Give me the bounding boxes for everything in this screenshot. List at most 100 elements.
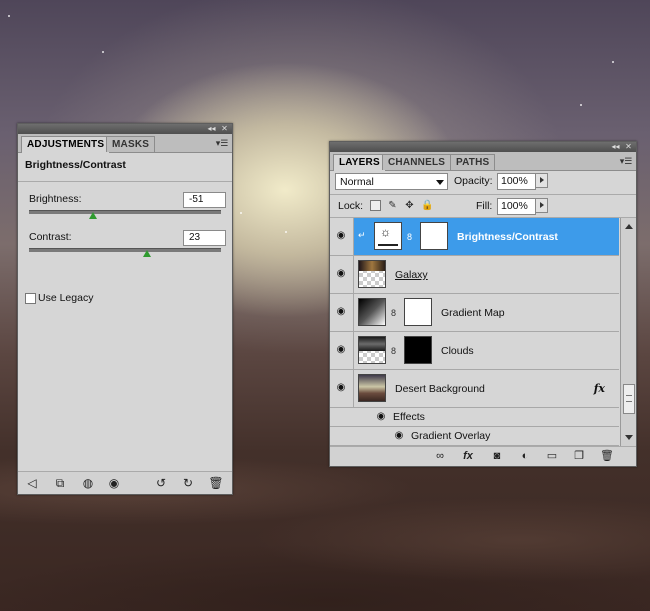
collapse-icon[interactable]: ◂◂ <box>205 124 218 134</box>
fill-input[interactable]: 100% <box>497 198 536 215</box>
galaxy-thumbnail-image <box>359 261 385 271</box>
contrast-slider[interactable] <box>29 248 221 252</box>
lock-position-icon[interactable]: ✥ <box>404 200 415 211</box>
eye-icon[interactable]: ◉ <box>334 382 348 394</box>
clip-arrow-icon: ↵ <box>358 230 366 240</box>
use-legacy-checkbox[interactable] <box>25 293 36 304</box>
add-mask-icon[interactable]: ◙ <box>490 450 504 463</box>
lock-pixels-icon[interactable]: ✎ <box>387 200 398 211</box>
mask-thumbnail[interactable] <box>404 336 432 364</box>
star <box>580 104 582 106</box>
layer-desert-background[interactable]: ◉ Desert Background fx <box>330 370 619 408</box>
trash-icon[interactable]: 🗑 <box>208 476 224 490</box>
layer-galaxy[interactable]: ◉ Galaxy <box>330 256 619 294</box>
brightness-slider-thumb[interactable] <box>89 212 97 219</box>
close-icon[interactable]: ✕ <box>622 142 635 152</box>
back-arrow-icon[interactable]: ◁ <box>24 476 40 490</box>
view-previous-icon[interactable]: ↺ <box>153 476 169 490</box>
lock-all-icon[interactable]: 🔒 <box>421 200 433 211</box>
fx-icon[interactable]: fx <box>594 382 605 395</box>
lock-label: Lock: <box>338 200 364 212</box>
panel-titlebar[interactable]: ◂◂ ✕ <box>330 142 636 152</box>
layers-scrollbar[interactable] <box>620 218 636 446</box>
eye-icon[interactable]: ◉ <box>334 306 348 318</box>
divider <box>18 181 232 182</box>
new-adjustment-icon[interactable]: ◐ <box>518 450 532 463</box>
contrast-input[interactable]: 23 <box>183 230 226 246</box>
scroll-thumb[interactable] <box>623 384 635 414</box>
tab-channels[interactable]: CHANNELS <box>382 154 452 170</box>
close-icon[interactable]: ✕ <box>218 124 231 134</box>
divider <box>330 194 636 195</box>
layer-gradient-map[interactable]: ◉ 8 Gradient Map <box>330 294 619 332</box>
eye-icon[interactable]: ◉ <box>334 344 348 356</box>
effects-row[interactable]: ◉ Effects <box>330 408 619 427</box>
eye-icon[interactable]: ◉ <box>392 430 406 442</box>
blend-mode-select[interactable]: Normal <box>335 173 448 190</box>
mask-thumbnail[interactable] <box>420 222 448 250</box>
chain-link-icon[interactable]: 8 <box>407 232 413 242</box>
contrast-slider-thumb[interactable] <box>143 250 151 257</box>
eye-icon[interactable]: ◉ <box>334 230 348 242</box>
tab-adjustments[interactable]: ADJUSTMENTS <box>21 136 111 153</box>
gradient-overlay-row[interactable]: ◉ Gradient Overlay <box>330 427 619 446</box>
layer-thumbnail[interactable] <box>358 374 386 402</box>
effects-label: Effects <box>393 411 425 423</box>
panel-menu-icon[interactable]: ▾☰ <box>215 137 229 149</box>
adjustments-panel: ◂◂ ✕ ADJUSTMENTS MASKS ▾☰ Brightness/Con… <box>17 123 233 495</box>
fill-slider-button[interactable] <box>535 198 548 213</box>
new-layer-icon[interactable]: ❐ <box>572 450 586 463</box>
layer-name[interactable]: Galaxy <box>395 269 428 281</box>
star <box>102 51 104 53</box>
fx-icon[interactable]: fx <box>461 450 475 463</box>
scroll-down-icon[interactable] <box>625 435 633 440</box>
eye-icon[interactable]: ◉ <box>106 476 122 490</box>
brightness-input[interactable]: -51 <box>183 192 226 208</box>
visibility-cell[interactable]: ◉ <box>330 218 354 255</box>
layer-name[interactable]: Gradient Map <box>441 307 505 319</box>
collapse-icon[interactable]: ◂◂ <box>609 142 622 152</box>
layer-list: ◉ ↵ ☼ 8 Brightness/Contrast ◉ Galaxy ◉ 8… <box>330 218 619 446</box>
trash-icon[interactable]: 🗑 <box>600 450 614 463</box>
chain-link-icon[interactable]: 8 <box>391 346 397 356</box>
layer-clouds[interactable]: ◉ 8 Clouds <box>330 332 619 370</box>
mask-icon[interactable]: ◍ <box>80 476 96 490</box>
layer-name[interactable]: Desert Background <box>395 383 485 395</box>
reset-icon[interactable]: ↻ <box>180 476 196 490</box>
scroll-up-icon[interactable] <box>625 224 633 229</box>
brightness-slider[interactable] <box>29 210 221 214</box>
visibility-cell[interactable]: ◉ <box>330 294 354 331</box>
panel-titlebar[interactable]: ◂◂ ✕ <box>18 124 232 134</box>
panel-menu-icon[interactable]: ▾☰ <box>619 155 633 167</box>
visibility-cell[interactable]: ◉ <box>330 256 354 293</box>
link-icon[interactable]: ∞ <box>433 450 447 463</box>
layer-name[interactable]: Clouds <box>441 345 474 357</box>
tab-masks[interactable]: MASKS <box>106 136 156 152</box>
clip-layer-icon[interactable]: ⧉ <box>52 476 68 490</box>
lock-transparency-icon[interactable] <box>370 200 381 211</box>
tab-layers[interactable]: LAYERS <box>333 154 386 171</box>
mask-thumbnail[interactable] <box>404 298 432 326</box>
opacity-input[interactable]: 100% <box>497 173 536 190</box>
brightness-label: Brightness: <box>29 193 82 205</box>
eye-icon[interactable]: ◉ <box>374 411 388 423</box>
eye-icon[interactable]: ◉ <box>334 268 348 280</box>
visibility-cell[interactable]: ◉ <box>330 332 354 369</box>
opacity-slider-button[interactable] <box>535 173 548 188</box>
layer-brightness-contrast[interactable]: ◉ ↵ ☼ 8 Brightness/Contrast <box>330 218 619 256</box>
visibility-cell[interactable]: ◉ <box>330 370 354 407</box>
layers-footer: ∞ fx ◙ ◐ ▭ ❐ 🗑 <box>330 446 636 466</box>
chain-link-icon[interactable]: 8 <box>391 308 397 318</box>
tab-paths[interactable]: PATHS <box>450 154 496 170</box>
layer-name[interactable]: Brightness/Contrast <box>457 231 558 243</box>
layer-thumbnail[interactable] <box>358 336 386 364</box>
effect-name: Gradient Overlay <box>411 430 491 442</box>
slider-bar-icon <box>378 244 398 246</box>
star <box>285 231 287 233</box>
new-group-icon[interactable]: ▭ <box>545 450 559 463</box>
layer-thumbnail[interactable] <box>358 260 386 288</box>
opacity-label: Opacity: <box>454 175 493 187</box>
adjustment-thumbnail[interactable] <box>358 298 386 326</box>
adjustment-thumbnail[interactable]: ☼ <box>374 222 402 250</box>
fill-label: Fill: <box>476 200 493 212</box>
